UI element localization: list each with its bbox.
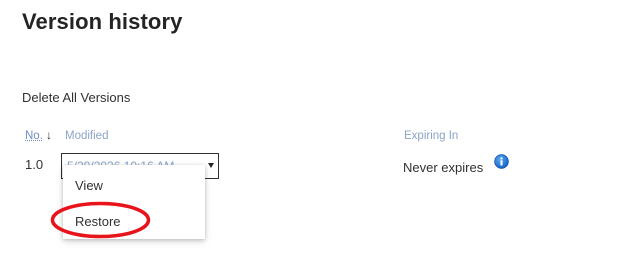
info-icon[interactable]: [494, 154, 509, 169]
column-header-modified[interactable]: Modified: [65, 130, 108, 142]
version-number: 1.0: [25, 157, 44, 172]
version-history-panel: Version history Delete All Versions No. …: [0, 0, 622, 272]
delete-all-versions-link[interactable]: Delete All Versions: [22, 90, 130, 105]
page-title: Version history: [22, 9, 183, 34]
caret-down-icon: [208, 163, 214, 168]
menu-item-view[interactable]: View: [75, 178, 103, 193]
column-header-expiring-in: Expiring In: [404, 130, 459, 142]
column-header-no[interactable]: No.: [25, 130, 43, 142]
version-context-menu: View Restore: [63, 165, 205, 239]
sort-descending-icon: ↓: [46, 128, 52, 142]
expiry-status: Never expires: [403, 160, 484, 175]
menu-item-restore[interactable]: Restore: [75, 214, 121, 229]
